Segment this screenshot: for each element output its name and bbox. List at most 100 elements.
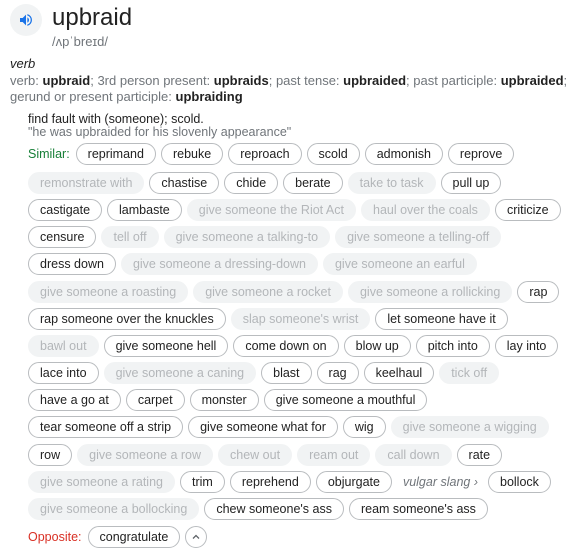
synonym-row: dress down give someone a dressing-down gi… xyxy=(28,253,482,275)
synonym-row: bawl out give someone hell come down on blo… xyxy=(28,335,563,357)
present-label: 3rd person present: xyxy=(97,73,211,88)
synonym-chip[interactable]: criticize xyxy=(494,199,561,221)
synonym-chip: ream out xyxy=(297,444,371,466)
synonym-chip[interactable]: monster xyxy=(189,389,259,411)
synonym-chip[interactable]: tear someone off a strip xyxy=(28,416,184,438)
synonym-chip[interactable]: dress down xyxy=(28,253,116,275)
synonym-chip[interactable]: blast xyxy=(261,362,312,384)
synonym-chip[interactable]: chastise xyxy=(149,172,220,194)
synonym-chip[interactable]: castigate xyxy=(28,199,103,221)
synonym-chip[interactable]: chew someone's ass xyxy=(204,498,344,520)
opposite-row: Opposite: congratulate xyxy=(28,526,208,548)
pronunciation-button[interactable] xyxy=(10,4,42,36)
synonym-chip[interactable]: objurgate xyxy=(315,471,392,493)
synonym-chip[interactable]: lay into xyxy=(494,335,559,357)
synonym-chip: give someone a dressing-down xyxy=(120,253,318,275)
synonym-chip[interactable]: carpet xyxy=(125,389,185,411)
synonym-chip[interactable]: row xyxy=(28,444,73,466)
vulgar-slang-toggle[interactable]: vulgar slang › xyxy=(403,475,478,489)
synonym-chip: call down xyxy=(375,444,452,466)
synonym-chip: tick off xyxy=(439,362,500,384)
phonetic: /ʌpˈbreɪd/ xyxy=(52,34,108,49)
synonym-chip[interactable]: rap someone over the knuckles xyxy=(28,308,226,330)
synonym-chip[interactable]: give someone what for xyxy=(188,416,338,438)
synonym-chip[interactable]: reprove xyxy=(447,143,515,165)
antonym-chip[interactable]: congratulate xyxy=(87,526,181,548)
past-participle-label: past participle: xyxy=(413,73,498,88)
synonym-chip[interactable]: keelhaul xyxy=(363,362,435,384)
gerund-label: gerund or present participle: xyxy=(10,89,172,104)
gerund-form: upbraiding xyxy=(175,89,243,104)
synonym-row: remonstrate with chastise chide berate take … xyxy=(28,172,506,194)
synonym-row: row give someone a row chew out ream out cal… xyxy=(28,444,507,466)
past-form: upbraided xyxy=(343,73,407,88)
past-participle-form: upbraided xyxy=(500,73,564,88)
synonym-chip: haul over the coals xyxy=(361,199,490,221)
synonym-chip[interactable]: reprehend xyxy=(229,471,311,493)
verb-label: verb: xyxy=(10,73,39,88)
synonym-chip[interactable]: wig xyxy=(342,416,386,438)
synonym-row: give someone a roasting give someone a ro… xyxy=(28,281,564,303)
synonym-row: give someone a bollocking chew someone's … xyxy=(28,498,493,520)
synonym-chip[interactable]: ream someone's ass xyxy=(348,498,488,520)
synonym-chip[interactable]: berate xyxy=(283,172,343,194)
synonym-chip: give someone the Riot Act xyxy=(186,199,356,221)
synonym-chip: give someone an earful xyxy=(322,253,477,275)
synonym-chip[interactable]: pull up xyxy=(440,172,502,194)
collapse-button[interactable] xyxy=(185,526,208,548)
chevron-up-icon xyxy=(192,534,200,539)
verb-forms: verb: upbraid; 3rd person present: upbra… xyxy=(10,73,568,104)
synonym-row: tear someone off a strip give someone wha… xyxy=(28,416,554,438)
synonym-chip: give someone a caning xyxy=(103,362,257,384)
synonym-chip[interactable]: reprimand xyxy=(75,143,156,165)
synonym-chip: give someone a bollocking xyxy=(28,498,200,520)
opposite-label: Opposite: xyxy=(28,530,82,544)
headword: upbraid xyxy=(52,4,133,31)
synonym-row: rap someone over the knuckles slap someon… xyxy=(28,308,513,330)
synonym-chip[interactable]: scold xyxy=(306,143,360,165)
synonym-chip[interactable]: lace into xyxy=(28,362,99,384)
synonym-row: lace into give someone a caning blast rag ke… xyxy=(28,362,504,384)
synonym-row: Similar: reprimand rebuke reproach scold admo… xyxy=(28,143,519,165)
synonym-chip[interactable]: have a go at xyxy=(28,389,121,411)
synonym-chip[interactable]: rate xyxy=(456,444,503,466)
synonym-chip: give someone a rollicking xyxy=(347,281,513,303)
synonym-chip[interactable]: rag xyxy=(316,362,359,384)
synonym-chip: give someone a row xyxy=(77,444,214,466)
past-label: past tense: xyxy=(275,73,340,88)
synonym-chip: tell off xyxy=(101,226,159,248)
synonym-chip[interactable]: give someone a mouthful xyxy=(263,389,428,411)
synonym-chip: give someone a roasting xyxy=(28,281,189,303)
synonym-chip[interactable]: reproach xyxy=(228,143,302,165)
similar-label: Similar: xyxy=(28,147,70,161)
synonym-row: give someone a rating trim reprehend objurg… xyxy=(28,471,556,493)
definition: find fault with (someone); scold. xyxy=(28,112,204,126)
synonym-chip[interactable]: rap xyxy=(517,281,560,303)
synonym-chip[interactable]: chide xyxy=(224,172,279,194)
part-of-speech: verb xyxy=(10,56,36,71)
synonym-row: censure tell off give someone a talking-to… xyxy=(28,226,506,248)
synonym-chip: give someone a wigging xyxy=(390,416,549,438)
verb-form: upbraid xyxy=(42,73,91,88)
synonym-chip[interactable]: bollock xyxy=(488,471,551,493)
synonym-chip[interactable]: rebuke xyxy=(160,143,224,165)
synonym-chip[interactable]: come down on xyxy=(233,335,339,357)
synonym-chip[interactable]: censure xyxy=(28,226,97,248)
synonym-chip[interactable]: admonish xyxy=(364,143,443,165)
speaker-icon xyxy=(20,14,32,26)
synonym-chip: give someone a telling-off xyxy=(335,226,502,248)
chevron-right-icon: › xyxy=(470,475,478,489)
synonym-chip: slap someone's wrist xyxy=(230,308,371,330)
synonym-chip[interactable]: let someone have it xyxy=(375,308,508,330)
synonym-chip[interactable]: lambaste xyxy=(107,199,182,221)
synonym-row: castigate lambaste give someone the Riot A… xyxy=(28,199,566,221)
synonym-chip: take to task xyxy=(347,172,436,194)
synonym-chip[interactable]: trim xyxy=(180,471,225,493)
synonym-chip[interactable]: give someone hell xyxy=(103,335,229,357)
synonym-chip[interactable]: pitch into xyxy=(415,335,490,357)
synonym-chip: give someone a rating xyxy=(28,471,175,493)
synonym-chip[interactable]: blow up xyxy=(343,335,411,357)
example-sentence: "he was upbraided for his slovenly appea… xyxy=(28,125,292,139)
synonym-chip: remonstrate with xyxy=(28,172,145,194)
synonym-chip: give someone a rocket xyxy=(193,281,343,303)
